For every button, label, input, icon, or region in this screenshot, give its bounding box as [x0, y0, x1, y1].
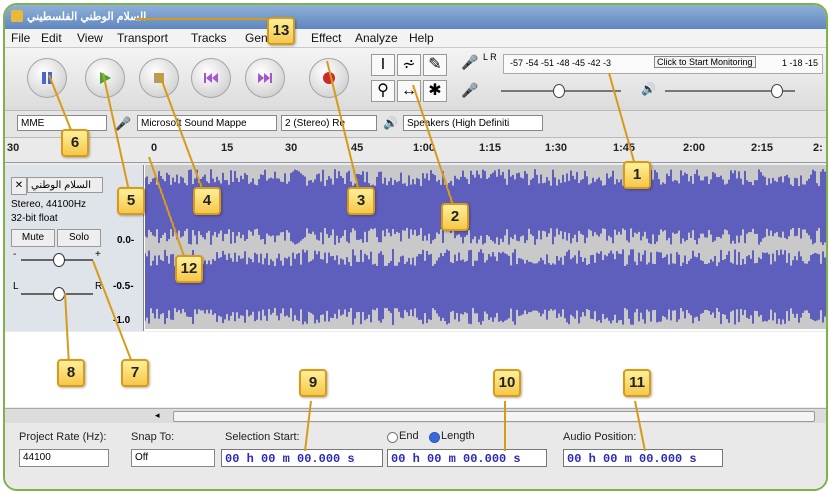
callout-4: 4	[193, 187, 221, 215]
callout-3: 3	[347, 187, 375, 215]
callout-9: 9	[299, 369, 327, 397]
callout-5: 5	[117, 187, 145, 215]
callout-2: 2	[441, 203, 469, 231]
callout-10: 10	[493, 369, 521, 397]
callout-7: 7	[121, 359, 149, 387]
callout-1: 1	[623, 161, 651, 189]
audacity-window: السلام الوطني الفلسطيني File Edit View T…	[3, 3, 828, 491]
callout-8: 8	[57, 359, 85, 387]
callout-11: 11	[623, 369, 651, 397]
callout-lines	[48, 18, 646, 452]
callout-13: 13	[267, 17, 295, 45]
callout-6: 6	[61, 129, 89, 157]
callout-12: 12	[175, 255, 203, 283]
